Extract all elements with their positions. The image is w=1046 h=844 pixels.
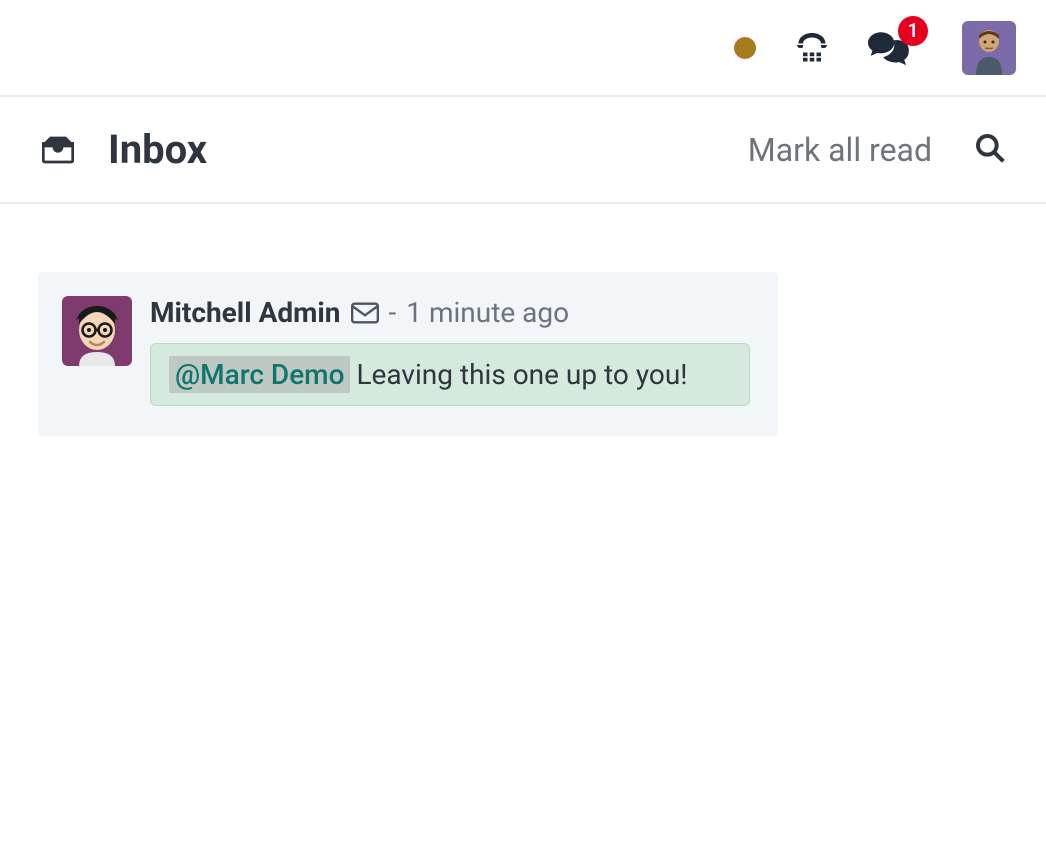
- message-body: @Marc DemoLeaving this one up to you!: [150, 343, 750, 406]
- message-meta: Mitchell Admin - 1 minute ago: [150, 296, 750, 329]
- chat-icon[interactable]: 1: [868, 30, 910, 66]
- status-indicator[interactable]: [734, 37, 756, 59]
- message-card[interactable]: Mitchell Admin - 1 minute ago @Marc Demo…: [38, 272, 778, 436]
- sender-avatar[interactable]: [62, 296, 132, 366]
- mark-all-read-button[interactable]: Mark all read: [748, 131, 932, 169]
- envelope-icon[interactable]: [351, 302, 379, 324]
- user-avatar[interactable]: [962, 21, 1016, 75]
- meta-separator: -: [389, 296, 397, 329]
- page-header: Inbox Mark all read: [0, 97, 1046, 204]
- mention[interactable]: @Marc Demo: [169, 356, 350, 393]
- sender-name[interactable]: Mitchell Admin: [150, 296, 341, 329]
- search-icon[interactable]: [974, 132, 1006, 168]
- message-text: Leaving this one up to you!: [356, 358, 687, 391]
- notification-badge: 1: [898, 16, 928, 46]
- top-bar: 1: [0, 0, 1046, 97]
- message-time: 1 minute ago: [406, 296, 569, 329]
- phone-icon[interactable]: [794, 30, 830, 66]
- page-title: Inbox: [108, 126, 207, 173]
- content-area: Mitchell Admin - 1 minute ago @Marc Demo…: [0, 204, 1046, 436]
- inbox-icon: [42, 136, 74, 164]
